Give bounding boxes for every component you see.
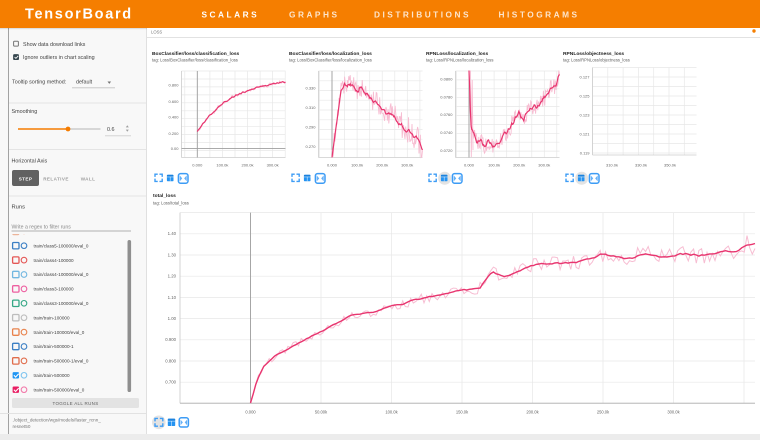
svg-text:SCALARS: SCALARS [202,9,260,19]
svg-text:1.40: 1.40 [168,231,177,236]
svg-text:Ignore outliers in chart scali: Ignore outliers in chart scaling [23,55,95,61]
svg-text:0.00: 0.00 [171,146,180,151]
svg-text:100.0k: 100.0k [216,163,228,168]
svg-text:train/class3-100000/eval_0: train/class3-100000/eval_0 [34,301,89,306]
svg-text:0.000: 0.000 [464,163,475,168]
svg-text:0.800: 0.800 [168,83,179,88]
svg-text:train/train-100000/eval_0: train/train-100000/eval_0 [34,330,85,335]
svg-text:0.310: 0.310 [305,105,316,110]
svg-text:100.0k: 100.0k [488,163,500,168]
svg-text:train/class5-100000/eval_0: train/class5-100000/eval_0 [34,243,89,248]
svg-text:train/class4-100000/eval_0: train/class4-100000/eval_0 [34,272,89,277]
svg-text:0.127: 0.127 [579,75,590,80]
svg-text:./object_detection/wgs/models/: ./object_detection/wgs/models/faster_rcn… [13,418,102,423]
svg-text:train/train-500000-1: train/train-500000-1 [34,344,75,349]
svg-text:default: default [76,80,93,86]
svg-text:1.10: 1.10 [168,295,177,300]
svg-text:Show data download links: Show data download links [23,42,86,48]
svg-text:STEP: STEP [19,177,33,182]
svg-text:1.20: 1.20 [168,274,177,279]
svg-text:0.800: 0.800 [165,358,176,363]
svg-text:0.0800: 0.0800 [440,77,453,82]
svg-text:train/class3-100000: train/class3-100000 [34,287,75,292]
svg-text:tag: Loss/BoxClassifier/loss/c: tag: Loss/BoxClassifier/loss/classificat… [152,57,238,62]
svg-text:RPNLoss/localization_loss: RPNLoss/localization_loss [426,51,489,57]
svg-text:0.270: 0.270 [305,144,316,149]
svg-text:HISTOGRAMS: HISTOGRAMS [499,9,580,19]
svg-text:200.0k: 200.0k [526,410,539,415]
svg-text:WALL: WALL [81,177,96,182]
svg-text:300.0k: 300.0k [267,163,279,168]
svg-text:RPNLoss/objectness_loss: RPNLoss/objectness_loss [563,51,624,57]
svg-text:100.0k: 100.0k [385,410,398,415]
svg-text:200.0k: 200.0k [376,163,388,168]
svg-text:Write a regex to filter runs: Write a regex to filter runs [12,224,72,230]
svg-text:0.0780: 0.0780 [440,94,453,99]
svg-text:train/train-500000-1/eval_0: train/train-500000-1/eval_0 [34,359,89,364]
svg-text:0.0740: 0.0740 [440,130,453,135]
svg-text:TOGGLE ALL RUNS: TOGGLE ALL RUNS [52,401,98,406]
svg-text:TensorBoard: TensorBoard [25,7,133,23]
svg-text:0.700: 0.700 [165,380,176,385]
svg-text:total_loss: total_loss [153,193,176,199]
svg-text:tag: Loss/RPNLoss/localization: tag: Loss/RPNLoss/localization_loss [426,57,494,62]
svg-text:DISTRIBUTIONS: DISTRIBUTIONS [374,9,471,19]
svg-text:train/class4-100000: train/class4-100000 [34,258,75,263]
svg-text:0.0720: 0.0720 [440,148,453,153]
svg-text:RELATIVE: RELATIVE [43,177,69,182]
svg-text:1.30: 1.30 [168,252,177,257]
svg-text:310.0k: 310.0k [606,163,618,168]
svg-text:resnet50: resnet50 [13,424,31,429]
svg-text:0.200: 0.200 [168,131,179,136]
svg-text:200.0k: 200.0k [241,163,253,168]
svg-text:330.0k: 330.0k [635,163,647,168]
svg-text:train/train-500000/eval_0: train/train-500000/eval_0 [34,387,85,392]
svg-text:0.125: 0.125 [579,94,590,99]
svg-text:300.0k: 300.0k [667,410,680,415]
svg-text:0.400: 0.400 [168,115,179,120]
svg-text:300.0k: 300.0k [401,163,413,168]
svg-text:BoxClassifier/loss/localizatio: BoxClassifier/loss/localization_loss [289,51,372,57]
svg-text:250.0k: 250.0k [597,410,610,415]
svg-text:Smoothing: Smoothing [12,109,38,115]
svg-text:50.00k: 50.00k [315,410,328,415]
svg-text:300.0k: 300.0k [538,163,550,168]
svg-text:100.0k: 100.0k [351,163,363,168]
svg-text:0.900: 0.900 [165,337,176,342]
svg-text:0.121: 0.121 [579,132,590,137]
svg-text:Horizontal Axis: Horizontal Axis [12,158,48,164]
svg-text:tag: Loss/BoxClassifier/loss/l: tag: Loss/BoxClassifier/loss/localizatio… [289,57,372,62]
svg-text:1.00: 1.00 [168,316,177,321]
svg-text:Tooltip sorting method:: Tooltip sorting method: [12,80,66,86]
svg-text:0.6: 0.6 [107,127,115,133]
svg-text:train/train-100000: train/train-100000 [34,315,70,320]
svg-text:350.0k: 350.0k [664,163,676,168]
svg-text:tag: Loss/RPNLoss/objectness_l: tag: Loss/RPNLoss/objectness_loss [563,57,630,62]
svg-text:150.0k: 150.0k [456,410,469,415]
svg-text:Runs: Runs [12,205,26,211]
svg-text:200.0k: 200.0k [513,163,525,168]
svg-text:0.000: 0.000 [192,163,203,168]
svg-text:LOSS: LOSS [151,29,162,34]
svg-text:0.000: 0.000 [245,410,256,415]
svg-text:GRAPHS: GRAPHS [289,9,340,19]
svg-text:BoxClassifier/loss/classificat: BoxClassifier/loss/classification_loss [152,51,240,57]
svg-text:0.600: 0.600 [168,99,179,104]
svg-text:0.123: 0.123 [579,113,590,118]
svg-text:0.0760: 0.0760 [440,112,453,117]
svg-text:0.119: 0.119 [580,151,590,156]
svg-text:tag: Loss/total_loss: tag: Loss/total_loss [153,201,189,206]
svg-text:0.330: 0.330 [305,86,316,91]
svg-text:0.000: 0.000 [327,163,338,168]
svg-text:train/train-500000: train/train-500000 [34,373,70,378]
svg-text:0.290: 0.290 [305,125,316,130]
